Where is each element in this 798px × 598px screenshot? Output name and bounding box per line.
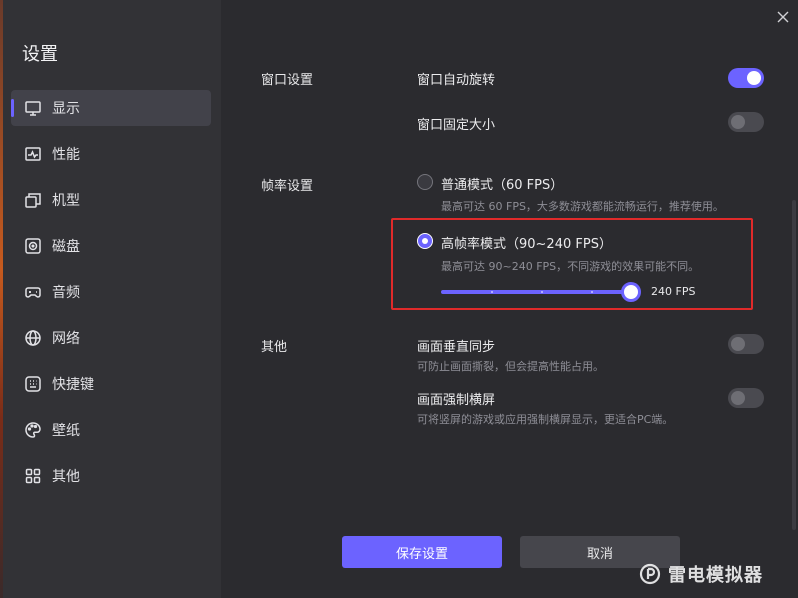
slider-tick [541, 291, 543, 293]
normal-mode-label[interactable]: 普通模式（60 FPS） [441, 174, 563, 193]
gamepad-icon [24, 283, 42, 301]
toggle-knob [731, 115, 745, 129]
normal-mode-radio[interactable] [417, 174, 433, 190]
section-framerate-settings: 帧率设置 [261, 179, 314, 194]
fixed-size-toggle[interactable] [728, 112, 764, 132]
sidebar-item-label: 性能 [52, 147, 80, 163]
fps-slider-value: 240 FPS [651, 285, 696, 298]
sidebar-item-display[interactable]: 显示 [11, 90, 211, 126]
toggle-knob [731, 391, 745, 405]
sidebar-item-label: 机型 [52, 193, 80, 209]
sidebar-item-wallpaper[interactable]: 壁纸 [11, 412, 211, 448]
sidebar-item-other[interactable]: 其他 [11, 458, 211, 494]
sidebar-title: 设置 [22, 44, 58, 65]
high-fps-mode-label[interactable]: 高帧率模式（90~240 FPS） [441, 233, 612, 252]
sidebar-item-label: 其他 [52, 469, 80, 485]
force-landscape-label: 画面强制横屏 [417, 393, 496, 408]
section-window-settings: 窗口设置 [261, 73, 314, 88]
keyboard-icon [24, 375, 42, 393]
sidebar-item-label: 磁盘 [52, 239, 80, 255]
fps-slider-track[interactable] [441, 290, 631, 294]
vsync-toggle[interactable] [728, 334, 764, 354]
sidebar-item-audio[interactable]: 音频 [11, 274, 211, 310]
close-button[interactable] [774, 8, 792, 26]
disk-icon [24, 237, 42, 255]
sidebar-item-network[interactable]: 网络 [11, 320, 211, 356]
vsync-desc: 可防止画面撕裂，但会提高性能占用。 [417, 360, 604, 373]
grid-icon [24, 467, 42, 485]
fixed-size-label: 窗口固定大小 [417, 118, 496, 133]
vsync-label: 画面垂直同步 [417, 340, 496, 355]
high-fps-mode-radio[interactable] [417, 233, 433, 249]
force-landscape-toggle[interactable] [728, 388, 764, 408]
toggle-knob [747, 71, 761, 85]
sidebar-item-disk[interactable]: 磁盘 [11, 228, 211, 264]
toggle-knob [731, 337, 745, 351]
sidebar-item-shortcuts[interactable]: 快捷键 [11, 366, 211, 402]
force-landscape-desc: 可将竖屏的游戏或应用强制横屏显示，更适合PC端。 [417, 413, 674, 426]
normal-mode-desc: 最高可达 60 FPS，大多数游戏都能流畅运行，推荐使用。 [441, 200, 724, 213]
sidebar-item-label: 网络 [52, 331, 80, 347]
sidebar-item-label: 音频 [52, 285, 80, 301]
globe-icon [24, 329, 42, 347]
device-icon [24, 191, 42, 209]
fps-slider-thumb[interactable] [621, 282, 641, 302]
sidebar-item-label: 壁纸 [52, 423, 80, 439]
sidebar-item-performance[interactable]: 性能 [11, 136, 211, 172]
close-icon [777, 11, 789, 23]
palette-icon [24, 421, 42, 439]
pulse-icon [24, 145, 42, 163]
sidebar: 设置 显示 性能 机型 磁盘 音频 网络 快捷键 壁纸 其他 [3, 0, 221, 598]
ldplayer-logo-icon [639, 563, 661, 585]
sidebar-nav: 显示 性能 机型 磁盘 音频 网络 快捷键 壁纸 其他 [11, 90, 211, 504]
save-button[interactable]: 保存设置 [342, 536, 502, 568]
sidebar-item-label: 显示 [52, 101, 80, 117]
section-other: 其他 [261, 340, 288, 355]
auto-rotate-toggle[interactable] [728, 68, 764, 88]
slider-tick [491, 291, 493, 293]
watermark-text: 雷电模拟器 [668, 565, 763, 586]
high-fps-mode-desc: 最高可达 90~240 FPS，不同游戏的效果可能不同。 [441, 260, 700, 273]
sidebar-item-model[interactable]: 机型 [11, 182, 211, 218]
scrollbar[interactable] [792, 200, 796, 530]
slider-tick [591, 291, 593, 293]
auto-rotate-label: 窗口自动旋转 [417, 73, 496, 88]
watermark: 雷电模拟器 [638, 561, 763, 587]
sidebar-item-label: 快捷键 [52, 377, 94, 393]
monitor-icon [24, 99, 42, 117]
